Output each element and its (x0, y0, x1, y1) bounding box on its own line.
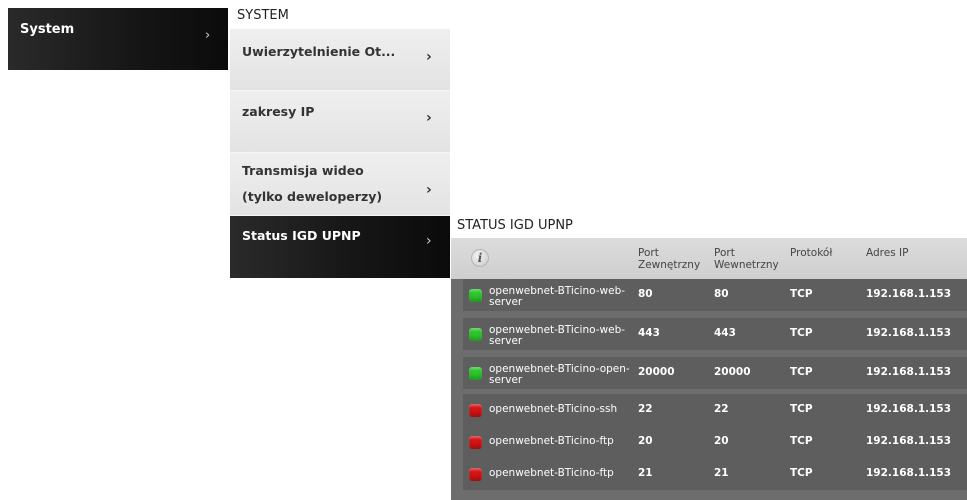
cell-protocol: TCP (790, 435, 813, 447)
chevron-right-icon: › (426, 49, 432, 65)
status-indicator (469, 367, 482, 380)
cell-text: server (489, 374, 523, 386)
status-indicator (469, 468, 482, 481)
chevron-right-icon: › (205, 28, 211, 43)
table-row[interactable]: openwebnet-BTicino-ftp 21 21 TCP 192.168… (463, 458, 967, 490)
header-protocol: Protokół (790, 247, 833, 259)
cell-external-port: 443 (638, 327, 660, 339)
menu-item-label-line2: (tylko deweloperzy) (242, 189, 383, 204)
cell-protocol: TCP (790, 366, 813, 378)
menu-item-authentication[interactable]: Uwierzytelnienie Ot... › (230, 29, 450, 91)
status-indicator (469, 289, 482, 302)
cell-ip-address: 192.168.1.153 (866, 435, 952, 447)
cell-external-port: 22 (638, 403, 653, 415)
menu-item-system[interactable]: System › (8, 8, 228, 70)
cell-ip-address: 192.168.1.153 (866, 366, 952, 378)
table-row[interactable]: openwebnet-BTicino-ssh 22 22 TCP 192.168… (463, 394, 967, 426)
cell-service-name: openwebnet-BTicino-open- server (489, 364, 630, 386)
cell-service-name: openwebnet-BTicino-web- server (489, 286, 625, 308)
system-section-title: SYSTEM (237, 8, 289, 23)
cell-protocol: TCP (790, 288, 813, 300)
status-indicator (469, 328, 482, 341)
header-text: Wewnetrzny (714, 259, 779, 271)
menu-item-label: zakresy IP (242, 104, 315, 119)
cell-protocol: TCP (790, 403, 813, 415)
cell-internal-port: 20 (714, 435, 729, 447)
cell-internal-port: 443 (714, 327, 736, 339)
cell-service-name: openwebnet-BTicino-web- server (489, 325, 625, 347)
system-submenu: Uwierzytelnienie Ot... › zakresy IP › Tr… (230, 29, 450, 278)
cell-ip-address: 192.168.1.153 (866, 403, 952, 415)
cell-external-port: 20000 (638, 366, 675, 378)
header-internal-port: Port Wewnetrzny (714, 247, 779, 271)
table-row[interactable]: openwebnet-BTicino-ftp 20 20 TCP 192.168… (463, 426, 967, 458)
app-root: System › SYSTEM Uwierzytelnienie Ot... ›… (0, 0, 967, 500)
header-external-port: Port Zewnętrzny (638, 247, 700, 271)
cell-ip-address: 192.168.1.153 (866, 327, 952, 339)
header-ip-address: Adres IP (866, 247, 909, 259)
cell-text: server (489, 335, 523, 347)
cell-text: server (489, 296, 523, 308)
menu-item-label-line1: Transmisja wideo (242, 163, 364, 178)
menu-item-status-igd-upnp[interactable]: Status IGD UPNP › (230, 216, 450, 278)
table-row[interactable]: openwebnet-BTicino-web- server 80 80 TCP… (463, 279, 967, 311)
menu-item-video-streaming[interactable]: Transmisja wideo (tylko deweloperzy) › (230, 153, 450, 216)
status-indicator (469, 404, 482, 417)
menu-item-ip-ranges[interactable]: zakresy IP › (230, 91, 450, 153)
cell-service-name: openwebnet-BTicino-ssh (489, 403, 618, 415)
info-icon[interactable]: i (471, 249, 489, 267)
header-text: Port (714, 247, 735, 259)
menu-item-system-label: System (20, 22, 75, 37)
chevron-right-icon: › (426, 110, 432, 126)
table-row[interactable]: openwebnet-BTicino-web- server 443 443 T… (463, 318, 967, 350)
header-text: Zewnętrzny (638, 259, 701, 271)
table-row[interactable]: openwebnet-BTicino-open- server 20000 20… (463, 357, 967, 389)
table-header: i Port Zewnętrzny Port Wewnetrzny Protok… (451, 238, 967, 279)
status-indicator (469, 436, 482, 449)
cell-ip-address: 192.168.1.153 (866, 467, 952, 479)
cell-protocol: TCP (790, 467, 813, 479)
cell-external-port: 21 (638, 467, 653, 479)
upnp-status-panel: i Port Zewnętrzny Port Wewnetrzny Protok… (451, 238, 967, 500)
cell-internal-port: 22 (714, 403, 729, 415)
chevron-right-icon: › (426, 182, 432, 198)
cell-external-port: 80 (638, 288, 653, 300)
cell-internal-port: 80 (714, 288, 729, 300)
cell-internal-port: 20000 (714, 366, 751, 378)
upnp-status-title: STATUS IGD UPNP (457, 218, 573, 233)
cell-ip-address: 192.168.1.153 (866, 288, 952, 300)
cell-protocol: TCP (790, 327, 813, 339)
chevron-right-icon: › (426, 233, 432, 249)
cell-service-name: openwebnet-BTicino-ftp (489, 435, 614, 447)
cell-service-name: openwebnet-BTicino-ftp (489, 467, 614, 479)
menu-item-label: Uwierzytelnienie Ot... (242, 44, 396, 59)
cell-external-port: 20 (638, 435, 653, 447)
menu-item-label: Status IGD UPNP (242, 228, 361, 243)
header-text: Port (638, 247, 659, 259)
cell-internal-port: 21 (714, 467, 729, 479)
